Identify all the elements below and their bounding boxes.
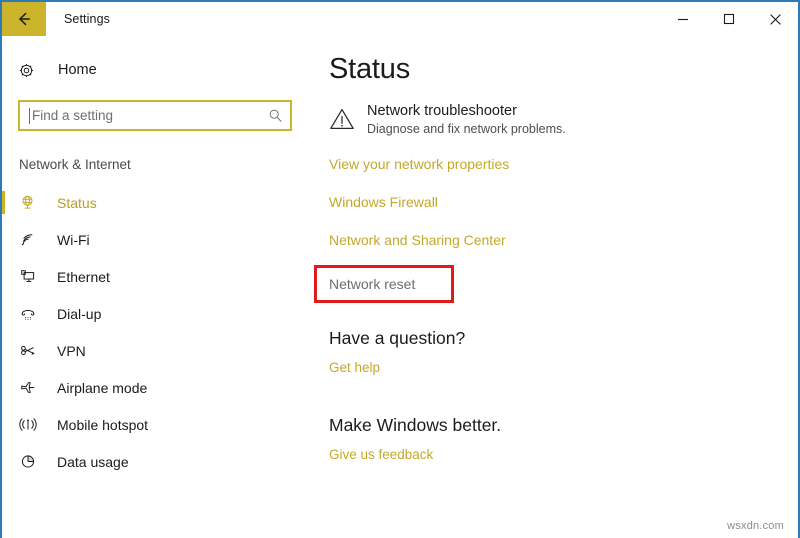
make-windows-better-section: Make Windows better. Give us feedback xyxy=(329,415,798,462)
back-arrow-icon xyxy=(15,10,33,28)
maximize-icon xyxy=(723,13,735,25)
sidebar-item-dialup[interactable]: Dial-up xyxy=(2,295,314,332)
text-caret xyxy=(29,107,30,124)
window-title: Settings xyxy=(64,12,110,26)
warning-triangle-icon xyxy=(329,103,363,136)
sidebar-item-label: Airplane mode xyxy=(57,379,148,396)
link-get-help[interactable]: Get help xyxy=(329,360,798,375)
sidebar-item-label: Data usage xyxy=(57,453,129,470)
search-placeholder: Find a setting xyxy=(32,108,114,123)
network-troubleshooter-subtitle: Diagnose and fix network problems. xyxy=(367,122,566,136)
airplane-icon xyxy=(19,379,45,396)
sidebar-item-data-usage[interactable]: Data usage xyxy=(2,443,314,480)
network-troubleshooter-block[interactable]: Network troubleshooter Diagnose and fix … xyxy=(329,103,798,136)
title-bar: Settings xyxy=(2,2,798,36)
watermark: wsxdn.com xyxy=(727,520,784,532)
network-status-icon xyxy=(19,194,45,211)
close-button[interactable] xyxy=(752,2,798,36)
dialup-phone-icon xyxy=(19,305,45,322)
sidebar-nav-list: Status Wi-Fi Ethernet Dial-up VPN Airpla… xyxy=(2,184,314,480)
link-view-network-properties[interactable]: View your network properties xyxy=(329,154,798,192)
sidebar-item-airplane-mode[interactable]: Airplane mode xyxy=(2,369,314,406)
sidebar-item-wifi[interactable]: Wi-Fi xyxy=(2,221,314,258)
gear-icon xyxy=(18,62,46,79)
settings-window: Settings Home Find a setting Network & I… xyxy=(0,0,800,538)
sidebar-item-label: Ethernet xyxy=(57,268,110,285)
maximize-button[interactable] xyxy=(706,2,752,36)
minimize-button[interactable] xyxy=(660,2,706,36)
search-input[interactable]: Find a setting xyxy=(18,100,292,131)
main-panel: Status Network troubleshooter Diagnose a… xyxy=(314,36,798,538)
sidebar-item-ethernet[interactable]: Ethernet xyxy=(2,258,314,295)
sidebar-item-label: Mobile hotspot xyxy=(57,416,149,433)
network-troubleshooter-text: Network troubleshooter Diagnose and fix … xyxy=(367,103,566,136)
sidebar-home-label: Home xyxy=(58,62,97,78)
minimize-icon xyxy=(677,13,689,25)
status-link-list: View your network properties Windows Fir… xyxy=(314,154,798,306)
have-a-question-heading: Have a question? xyxy=(329,328,466,348)
page-title: Status xyxy=(329,53,411,85)
vpn-key-icon xyxy=(19,342,45,359)
sidebar: Home Find a setting Network & Internet S… xyxy=(2,36,314,538)
sidebar-item-label: VPN xyxy=(57,342,86,359)
link-windows-firewall[interactable]: Windows Firewall xyxy=(329,192,798,230)
network-troubleshooter-title: Network troubleshooter xyxy=(367,103,517,119)
sidebar-item-home[interactable]: Home xyxy=(2,54,314,86)
sidebar-item-label: Dial-up xyxy=(57,305,102,322)
link-give-us-feedback[interactable]: Give us feedback xyxy=(329,447,798,462)
search-icon[interactable] xyxy=(260,108,290,123)
sidebar-item-label: Wi-Fi xyxy=(57,231,90,248)
network-reset-row: Network reset xyxy=(314,265,798,306)
sidebar-section-title: Network & Internet xyxy=(19,157,131,172)
sidebar-item-mobile-hotspot[interactable]: Mobile hotspot xyxy=(2,406,314,443)
have-a-question-section: Have a question? Get help xyxy=(329,328,798,375)
close-icon xyxy=(769,13,782,26)
ethernet-icon xyxy=(19,268,45,285)
wifi-icon xyxy=(19,231,45,248)
sidebar-item-status[interactable]: Status xyxy=(2,184,314,221)
hotspot-icon xyxy=(19,416,45,433)
sidebar-item-vpn[interactable]: VPN xyxy=(2,332,314,369)
pie-chart-icon xyxy=(19,453,45,470)
make-windows-better-heading: Make Windows better. xyxy=(329,415,502,435)
sidebar-item-label: Status xyxy=(57,194,97,211)
link-network-reset[interactable]: Network reset xyxy=(329,268,415,300)
link-network-and-sharing-center[interactable]: Network and Sharing Center xyxy=(329,230,798,268)
content-area: Home Find a setting Network & Internet S… xyxy=(2,36,798,538)
back-button[interactable] xyxy=(2,2,46,36)
